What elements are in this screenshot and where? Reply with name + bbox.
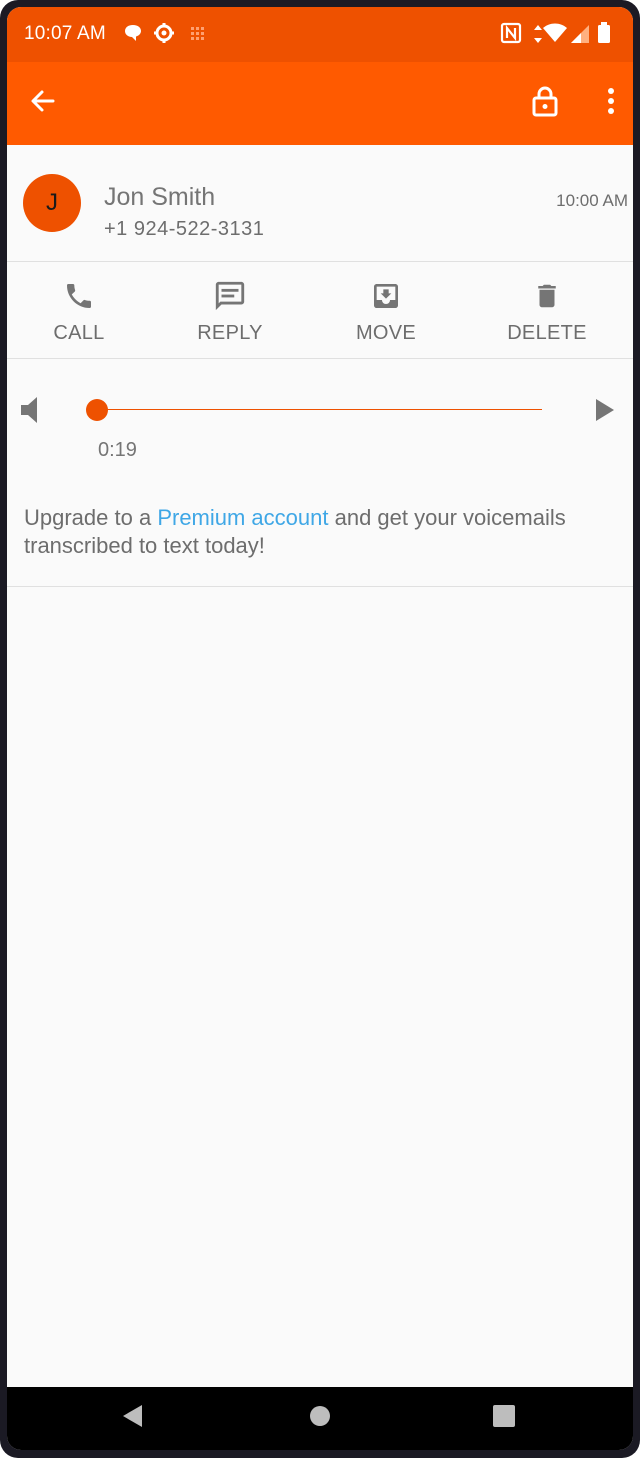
wifi-icon: [543, 23, 567, 48]
device-frame: 10:07 AM J Jon Smith +1 924-522-3131 10:…: [0, 0, 640, 1458]
battery-icon: [597, 22, 611, 49]
contact-name: Jon Smith: [104, 183, 216, 211]
grid-dots-icon: [190, 26, 206, 47]
delete-label: DELETE: [507, 322, 587, 344]
lock-button[interactable]: [521, 62, 569, 145]
system-nav-bar: [7, 1387, 633, 1450]
play-icon: [594, 399, 616, 427]
data-arrows-icon: [533, 24, 543, 49]
cell-signal-icon: [570, 24, 590, 49]
reply-label: REPLY: [197, 322, 263, 344]
call-label: CALL: [53, 322, 105, 344]
nfc-icon: [500, 22, 522, 49]
upgrade-text-before: Upgrade to a: [24, 505, 158, 530]
screen: 10:07 AM J Jon Smith +1 924-522-3131 10:…: [7, 7, 633, 1450]
voicemail-header: J Jon Smith +1 924-522-3131 10:00 AM: [7, 145, 633, 262]
speaker-icon: [19, 397, 41, 429]
seek-thumb[interactable]: [86, 399, 108, 421]
premium-account-link[interactable]: Premium account: [157, 505, 328, 530]
speaker-button[interactable]: [19, 395, 41, 430]
nav-back-icon: [120, 1403, 144, 1434]
divider: [7, 586, 633, 587]
move-label: MOVE: [355, 322, 417, 344]
contact-number: +1 924-522-3131: [104, 218, 265, 240]
message-icon: [213, 278, 247, 314]
action-bar: CALL REPLY MOVE DELETE: [7, 262, 633, 359]
move-to-inbox-icon: [370, 278, 402, 314]
nav-recents-button[interactable]: [479, 1387, 529, 1450]
nav-home-icon: [309, 1405, 331, 1432]
status-time: 10:07 AM: [24, 23, 106, 44]
back-button[interactable]: [17, 62, 67, 145]
trash-icon: [532, 278, 562, 314]
nav-home-button[interactable]: [295, 1387, 345, 1450]
call-button[interactable]: CALL: [9, 262, 149, 358]
settings-gear-icon: [153, 22, 175, 49]
play-button[interactable]: [594, 397, 616, 428]
reply-button[interactable]: REPLY: [160, 262, 300, 358]
arrow-left-icon: [28, 87, 56, 120]
chat-bubble-icon: [122, 22, 144, 49]
message-time: 10:00 AM: [556, 191, 628, 210]
move-button[interactable]: MOVE: [316, 262, 456, 358]
nav-back-button[interactable]: [107, 1387, 157, 1450]
nav-recents-icon: [493, 1405, 515, 1432]
more-vert-icon: [607, 87, 615, 120]
avatar: J: [23, 174, 81, 232]
elapsed-time: 0:19: [98, 439, 137, 461]
status-bar: 10:07 AM: [7, 7, 633, 62]
more-options-button[interactable]: [591, 62, 631, 145]
app-toolbar: [7, 62, 633, 145]
lock-icon: [531, 85, 559, 122]
delete-button[interactable]: DELETE: [477, 262, 617, 358]
voicemail-player: 0:19: [7, 359, 633, 461]
seek-track[interactable]: [97, 409, 542, 410]
upgrade-message: Upgrade to a Premium account and get you…: [24, 504, 624, 560]
phone-icon: [63, 278, 95, 314]
